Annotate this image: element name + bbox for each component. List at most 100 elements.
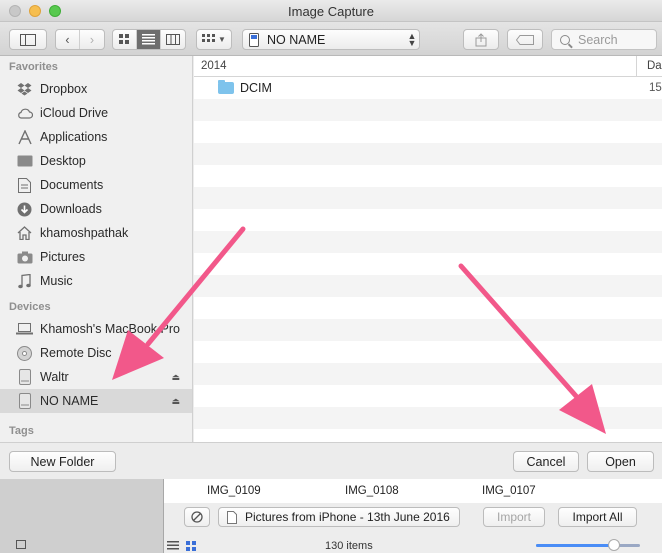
document-icon — [227, 510, 237, 524]
camera-icon — [16, 249, 33, 266]
drive-icon — [16, 369, 33, 386]
thumbnail-label[interactable]: IMG_0107 — [482, 485, 536, 497]
updown-chevron-icon: ▲ ▼ — [407, 30, 417, 48]
location-label: NO NAME — [267, 32, 326, 47]
folder-icon — [218, 80, 234, 94]
file-rows: DCIM 15 — [194, 77, 662, 442]
title-bar: Image Capture — [0, 0, 662, 22]
tag-icon — [516, 34, 534, 45]
thumbnail-strip: IMG_0109 IMG_0108 IMG_0107 — [164, 479, 662, 503]
sidebar-item-label: Applications — [40, 130, 108, 144]
thumbnail-size-slider[interactable] — [536, 539, 640, 551]
search-placeholder: Search — [578, 32, 618, 47]
sidebar-item-label: Music — [40, 274, 73, 288]
column-header-row: 2014 Da — [194, 56, 662, 77]
sidebar-item-label: Documents — [40, 178, 104, 192]
eject-icon[interactable]: ⏏ — [171, 372, 180, 383]
list-view-button[interactable] — [137, 30, 161, 49]
sidebar-item-pictures[interactable]: Pictures — [0, 245, 192, 269]
sidebar-item-applications[interactable]: Applications — [0, 125, 192, 149]
import-to-popup[interactable]: Pictures from iPhone - 13th June 2016 — [218, 507, 460, 527]
chevron-right-icon: › — [89, 32, 95, 47]
prohibited-icon — [191, 511, 203, 523]
import-button[interactable]: Import — [483, 507, 545, 527]
delete-button[interactable] — [184, 507, 210, 527]
favorites-header: Favorites — [9, 61, 58, 73]
toolbar: ‹ › ▼ NO NAME ▲ ▼ Search — [0, 22, 662, 56]
sidebar-item-desktop[interactable]: Desktop — [0, 149, 192, 173]
cancel-button[interactable]: Cancel — [513, 451, 579, 472]
thumbnail-label[interactable]: IMG_0108 — [345, 485, 399, 497]
list-view-icon[interactable] — [167, 541, 179, 550]
search-field[interactable]: Search — [551, 29, 657, 50]
documents-icon — [16, 177, 33, 194]
tags-header: Tags — [9, 425, 34, 437]
dropbox-icon — [16, 81, 33, 98]
grid-icon — [119, 34, 129, 44]
column-view-button[interactable] — [161, 30, 185, 49]
sidebar-item-remote-disc[interactable]: Remote Disc — [0, 341, 192, 365]
sidebar-item-label: Desktop — [40, 154, 86, 168]
thumbnail-label[interactable]: IMG_0109 — [207, 485, 261, 497]
columns-icon — [166, 34, 180, 45]
dialog-button-bar: New Folder Cancel Open — [0, 442, 662, 479]
file-date: 15 — [649, 82, 662, 94]
sidebar-item-documents[interactable]: Documents — [0, 173, 192, 197]
sidebar-item-waltr[interactable]: Waltr ⏏ — [0, 365, 192, 389]
cloud-icon — [16, 105, 33, 122]
list-icon — [142, 34, 155, 45]
forward-button[interactable]: › — [80, 30, 104, 49]
icon-view-button[interactable] — [113, 30, 137, 49]
sidebar-item-label: Remote Disc — [40, 346, 112, 360]
devices-pane — [0, 479, 164, 553]
image-capture-window: IMG_0109 IMG_0108 IMG_0107 Pictures from… — [0, 479, 662, 553]
arrange-grid-icon — [202, 34, 216, 42]
chevron-down-icon: ▼ — [218, 35, 226, 44]
music-icon — [16, 273, 33, 290]
drive-icon — [16, 393, 33, 410]
sidebar-item-icloud-drive[interactable]: iCloud Drive — [0, 101, 192, 125]
devices-header: Devices — [9, 301, 51, 313]
sidebar-item-home[interactable]: khamoshpathak — [0, 221, 192, 245]
sidebar-item-downloads[interactable]: Downloads — [0, 197, 192, 221]
sidebar-item-macbook-pro[interactable]: Khamosh's MacBook Pro — [0, 317, 192, 341]
sidebar-item-music[interactable]: Music — [0, 269, 192, 293]
sidebar-item-label: Waltr — [40, 370, 69, 384]
tag-button[interactable] — [507, 29, 543, 50]
share-icon — [475, 32, 487, 46]
location-popup[interactable]: NO NAME ▲ ▼ — [242, 29, 420, 50]
import-bar: Pictures from iPhone - 13th June 2016 Im… — [164, 507, 662, 531]
share-button[interactable] — [463, 29, 499, 50]
file-list: 2014 Da DCIM 15 — [194, 56, 662, 442]
sidebar-item-label: NO NAME — [40, 394, 99, 408]
eject-icon[interactable]: ⏏ — [171, 396, 180, 407]
new-folder-button[interactable]: New Folder — [9, 451, 116, 472]
view-mode-control — [112, 29, 186, 50]
disc-icon — [16, 345, 33, 362]
file-name: DCIM — [240, 81, 272, 95]
sidebar-item-no-name[interactable]: NO NAME ⏏ — [0, 389, 192, 413]
status-bar: 130 items — [164, 535, 662, 553]
sidebar-item-label: Pictures — [40, 250, 86, 264]
sidebar: Favorites Dropbox iCloud Drive Applicati… — [0, 56, 193, 442]
sidebar-item-label: iCloud Drive — [40, 106, 109, 120]
arrange-menu-button[interactable]: ▼ — [196, 29, 232, 50]
sidebar-item-label: khamoshpathak — [40, 226, 129, 240]
photos-pane: IMG_0109 IMG_0108 IMG_0107 Pictures from… — [164, 479, 662, 553]
back-button[interactable]: ‹ — [56, 30, 80, 49]
downloads-icon — [16, 201, 33, 218]
home-icon — [16, 225, 33, 242]
date-column-header[interactable]: Da — [637, 60, 662, 72]
slider-knob[interactable] — [608, 539, 620, 551]
back-forward-control: ‹ › — [55, 29, 105, 50]
search-icon — [560, 34, 570, 45]
sidebar-toggle-button[interactable] — [9, 29, 47, 50]
grid-view-icon[interactable] — [186, 541, 196, 551]
sidebar-item-dropbox[interactable]: Dropbox — [0, 77, 192, 101]
import-all-button[interactable]: Import All — [558, 507, 637, 527]
desktop-icon — [16, 153, 33, 170]
open-button[interactable]: Open — [587, 451, 654, 472]
list-item[interactable]: DCIM 15 — [194, 77, 662, 99]
sidebar-toggle-icon[interactable] — [16, 540, 26, 549]
name-column-header[interactable]: 2014 — [194, 56, 637, 76]
